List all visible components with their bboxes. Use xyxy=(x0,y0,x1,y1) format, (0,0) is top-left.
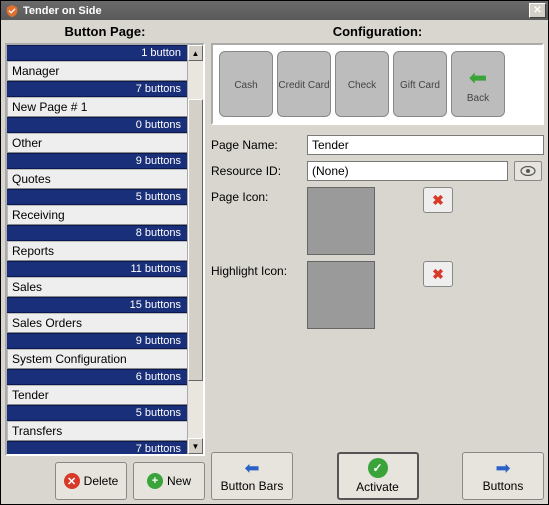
page-list-item[interactable]: Sales Orders9 buttons xyxy=(7,313,187,349)
page-item-count: 7 buttons xyxy=(7,441,187,454)
page-list-item[interactable]: Reports11 buttons xyxy=(7,241,187,277)
arrow-right-icon: ➡ xyxy=(495,459,510,477)
button-preview-strip: Cash Credit Card Check Gift Card ⬅ Back xyxy=(211,43,544,125)
right-header: Configuration: xyxy=(211,24,544,39)
scrollbar[interactable]: ▲ ▼ xyxy=(187,45,203,454)
preview-button-label: Credit Card xyxy=(278,80,329,91)
page-item-name: Receiving xyxy=(7,205,187,225)
delete-label: Delete xyxy=(84,474,119,488)
page-list-item[interactable]: Manager7 buttons xyxy=(7,61,187,97)
preview-tender-button[interactable]: Check xyxy=(335,51,389,117)
page-name-label: Page Name: xyxy=(211,135,301,152)
page-item-count: 1 button xyxy=(7,45,187,61)
x-icon: ✖ xyxy=(432,192,444,209)
page-list-item[interactable]: System Configuration6 buttons xyxy=(7,349,187,385)
preview-tender-button[interactable]: Credit Card xyxy=(277,51,331,117)
page-item-count: 11 buttons xyxy=(7,261,187,277)
new-button[interactable]: + New xyxy=(133,462,205,500)
page-item-name: Manager xyxy=(7,61,187,81)
button-bars-label: Button Bars xyxy=(221,479,284,493)
left-header: Button Page: xyxy=(5,24,205,39)
page-item-name: Other xyxy=(7,133,187,153)
page-item-count: 9 buttons xyxy=(7,333,187,349)
page-list-item[interactable]: Quotes5 buttons xyxy=(7,169,187,205)
resource-id-label: Resource ID: xyxy=(211,161,301,178)
page-name-input[interactable] xyxy=(307,135,544,155)
add-icon: + xyxy=(147,473,163,489)
page-list-item[interactable]: 1 button xyxy=(7,45,187,61)
page-item-count: 7 buttons xyxy=(7,81,187,97)
eye-icon xyxy=(520,166,536,176)
page-list: 1 buttonManager7 buttonsNew Page # 10 bu… xyxy=(5,43,205,456)
preview-button-label: Back xyxy=(467,93,489,104)
page-item-name: New Page # 1 xyxy=(7,97,187,117)
preview-tender-button[interactable]: Gift Card xyxy=(393,51,447,117)
window-title: Tender on Side xyxy=(23,5,102,17)
page-icon-label: Page Icon: xyxy=(211,187,301,204)
page-item-count: 9 buttons xyxy=(7,153,187,169)
clear-page-icon-button[interactable]: ✖ xyxy=(423,187,453,213)
clear-highlight-icon-button[interactable]: ✖ xyxy=(423,261,453,287)
page-item-name: Tender xyxy=(7,385,187,405)
preview-tender-button[interactable]: Cash xyxy=(219,51,273,117)
check-icon: ✓ xyxy=(368,458,388,478)
page-item-name: System Configuration xyxy=(7,349,187,369)
resource-id-select[interactable] xyxy=(307,161,508,181)
buttons-label: Buttons xyxy=(483,479,524,493)
x-icon: ✖ xyxy=(432,266,444,283)
delete-button[interactable]: ✕ Delete xyxy=(55,462,127,500)
page-item-name: Quotes xyxy=(7,169,187,189)
highlight-icon-preview[interactable] xyxy=(307,261,375,329)
page-item-name: Reports xyxy=(7,241,187,261)
highlight-icon-label: Highlight Icon: xyxy=(211,261,301,278)
page-item-count: 15 buttons xyxy=(7,297,187,313)
page-icon-preview[interactable] xyxy=(307,187,375,255)
page-item-name: Sales xyxy=(7,277,187,297)
page-list-item[interactable]: Receiving8 buttons xyxy=(7,205,187,241)
buttons-button[interactable]: ➡ Buttons xyxy=(462,452,544,500)
page-item-count: 6 buttons xyxy=(7,369,187,385)
activate-button[interactable]: ✓ Activate xyxy=(337,452,419,500)
page-list-item[interactable]: Sales15 buttons xyxy=(7,277,187,313)
button-bars-button[interactable]: ⬅ Button Bars xyxy=(211,452,293,500)
scroll-down-button[interactable]: ▼ xyxy=(188,438,203,454)
delete-icon: ✕ xyxy=(64,473,80,489)
page-list-item[interactable]: New Page # 10 buttons xyxy=(7,97,187,133)
preview-button-label: Check xyxy=(348,80,376,91)
scroll-track[interactable] xyxy=(188,61,203,438)
page-list-item[interactable]: Other9 buttons xyxy=(7,133,187,169)
preview-button-label: Cash xyxy=(234,80,257,91)
page-item-count: 0 buttons xyxy=(7,117,187,133)
page-list-item[interactable]: Transfers7 buttons xyxy=(7,421,187,454)
scroll-up-button[interactable]: ▲ xyxy=(188,45,203,61)
activate-label: Activate xyxy=(356,480,399,494)
page-item-name: Sales Orders xyxy=(7,313,187,333)
page-item-count: 8 buttons xyxy=(7,225,187,241)
arrow-left-icon: ⬅ xyxy=(244,459,259,477)
arrow-left-icon: ⬅ xyxy=(469,65,487,91)
window: Tender on Side ✕ Button Page: 1 buttonMa… xyxy=(0,0,549,505)
preview-back-button[interactable]: ⬅ Back xyxy=(451,51,505,117)
page-item-count: 5 buttons xyxy=(7,405,187,421)
scroll-thumb[interactable] xyxy=(188,99,203,382)
close-button[interactable]: ✕ xyxy=(529,3,546,18)
page-item-count: 5 buttons xyxy=(7,189,187,205)
new-label: New xyxy=(167,474,191,488)
page-list-item[interactable]: Tender5 buttons xyxy=(7,385,187,421)
app-icon xyxy=(5,4,19,18)
page-item-name: Transfers xyxy=(7,421,187,441)
preview-button-label: Gift Card xyxy=(400,80,440,91)
resource-lookup-button[interactable] xyxy=(514,161,542,181)
titlebar: Tender on Side ✕ xyxy=(1,1,548,20)
